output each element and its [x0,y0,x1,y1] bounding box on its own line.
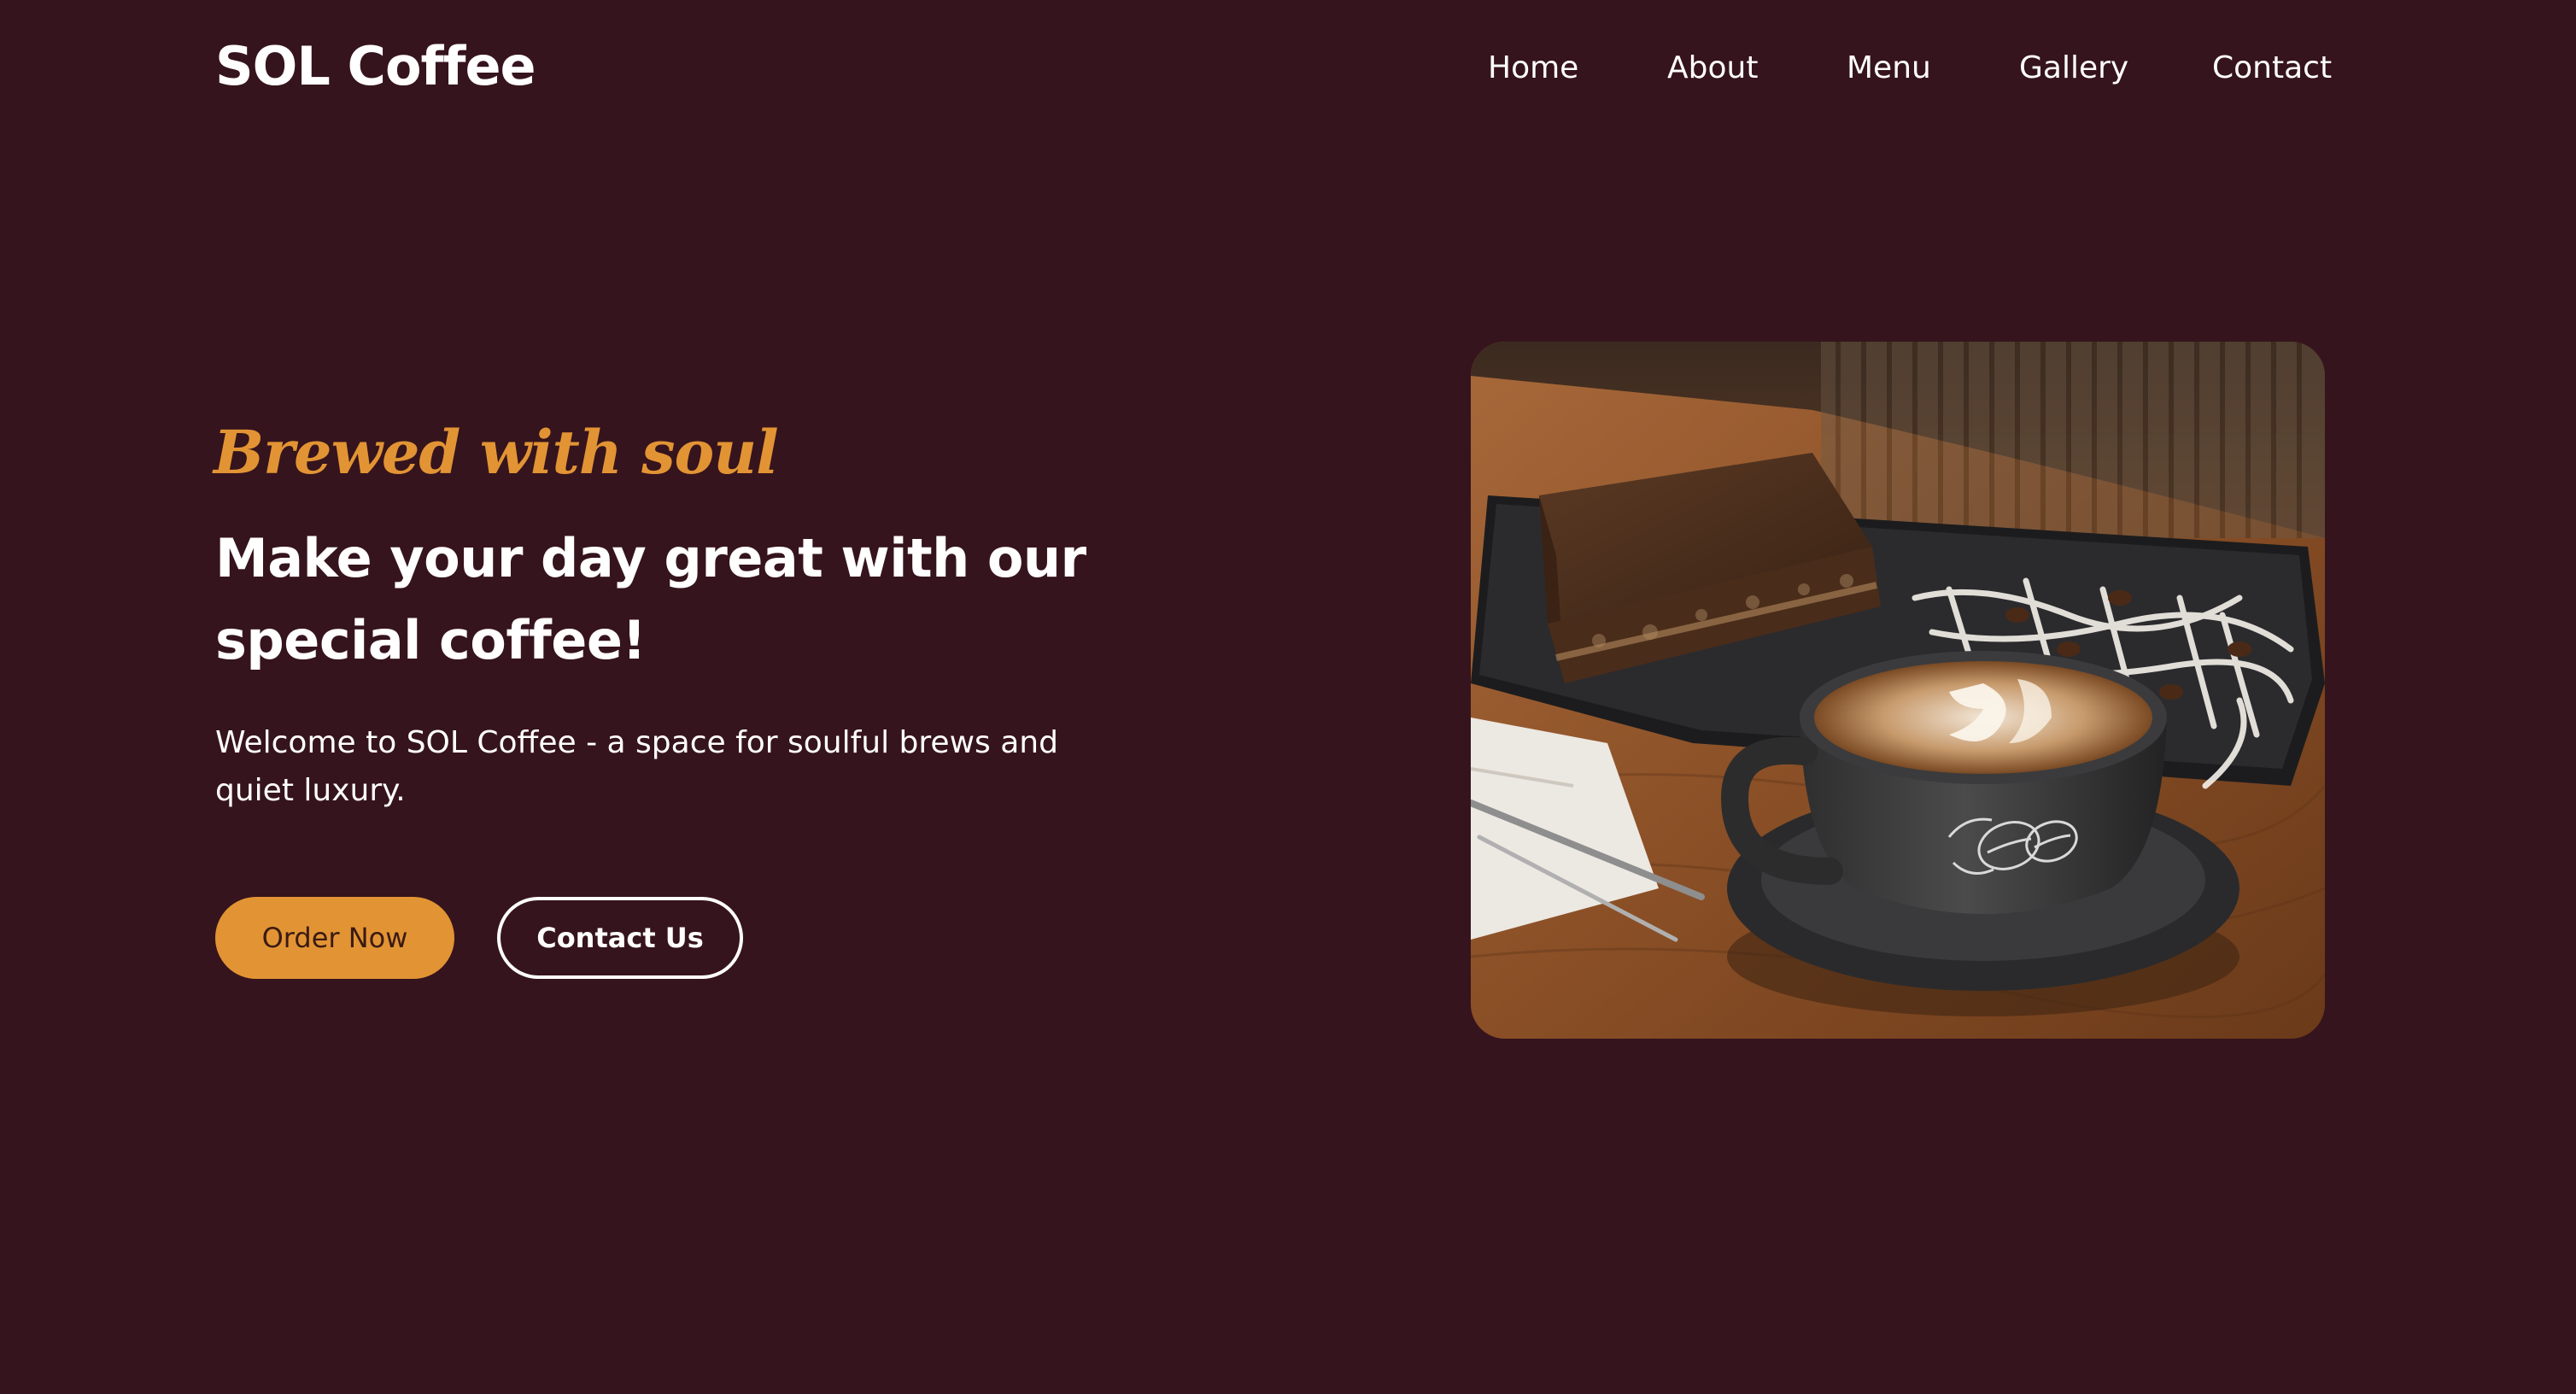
brand-logo[interactable]: SOL Coffee [215,31,536,102]
nav-link-gallery[interactable]: Gallery [2019,43,2128,94]
order-now-button[interactable]: Order Now [215,897,454,979]
hero-image-coffee-and-cake [1471,342,2325,1039]
main-nav: Home About Menu Gallery Contact [1484,43,2339,94]
nav-link-about[interactable]: About [1667,43,1758,94]
nav-link-home[interactable]: Home [1488,43,1578,94]
hero-headline: Make your day great with our special cof… [215,527,1086,671]
hero-tagline: Brewed with soul [214,417,779,488]
contact-us-button[interactable]: Contact Us [497,897,743,979]
nav-link-contact[interactable]: Contact [2212,43,2332,94]
nav-link-menu[interactable]: Menu [1847,43,1931,94]
hero-intro: Welcome to SOL Coffee - a space for soul… [215,725,1058,808]
landing-page: SOL Coffee Home About Menu Gallery Conta… [0,0,2576,1394]
